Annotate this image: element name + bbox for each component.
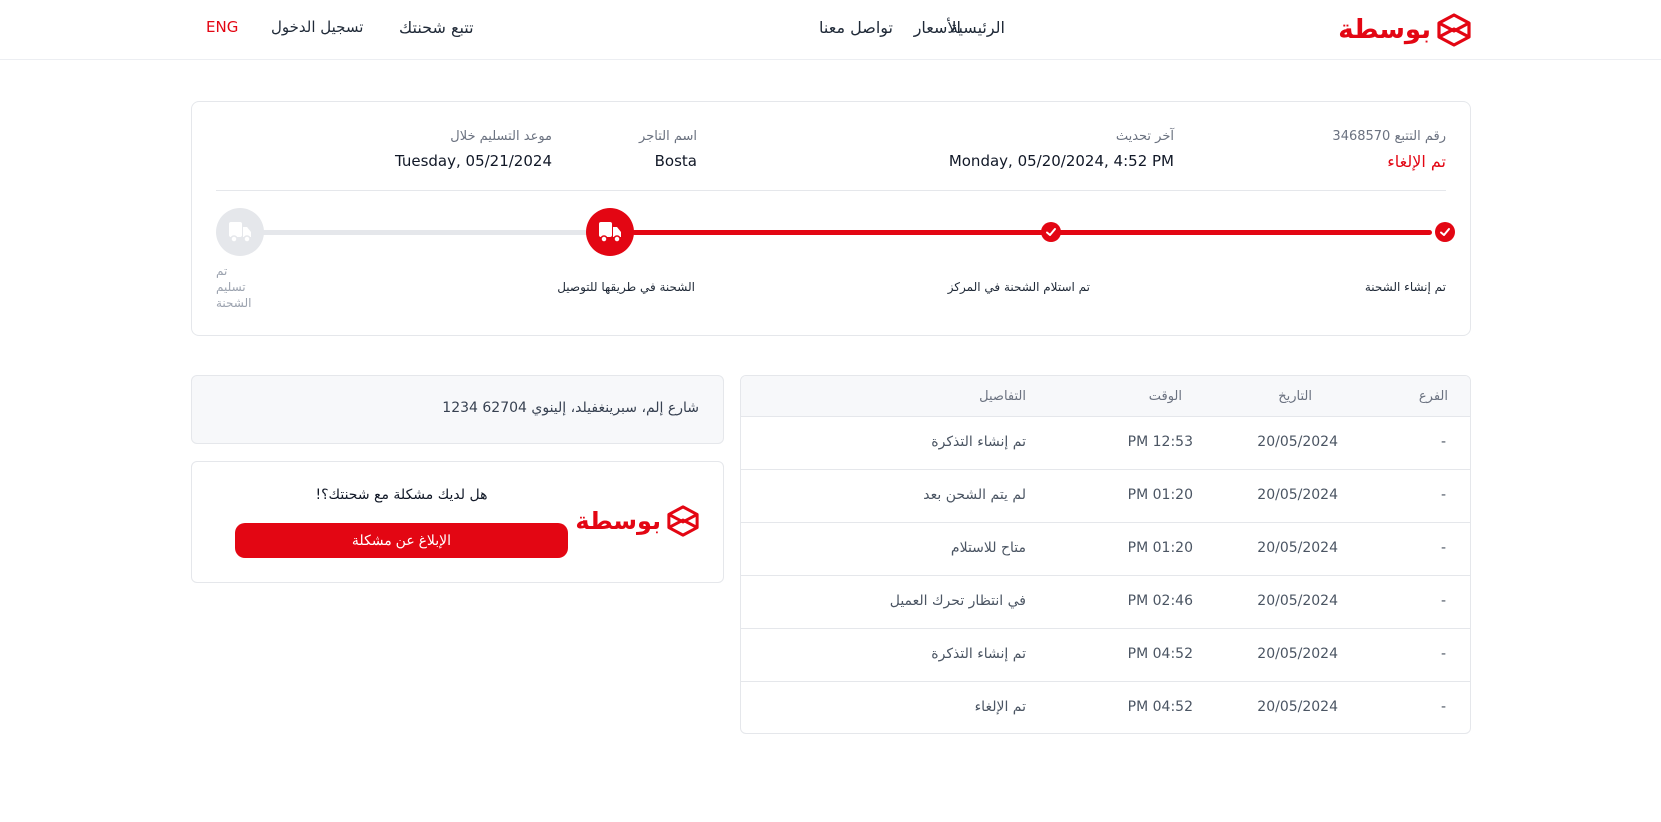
cell-time: PM 02:46	[1127, 593, 1193, 609]
delivery-address: 1234 شارع إلم، سبرينغفيلد، إلينوي 62704	[442, 400, 699, 416]
language-switch[interactable]: ENG	[206, 18, 238, 36]
table-row: - 20/05/2024 PM 04:52 تم الإلغاء	[741, 681, 1470, 733]
cell-time: PM 04:52	[1127, 699, 1193, 715]
cell-branch: -	[1440, 487, 1446, 503]
table-row: - 20/05/2024 PM 01:20 متاح للاستلام	[741, 522, 1470, 575]
cell-time: PM 01:20	[1127, 487, 1193, 503]
step-delivered-truck-icon	[216, 208, 264, 256]
cell-details: تم إنشاء التذكرة	[931, 646, 1026, 662]
table-row: - 20/05/2024 PM 01:20 لم يتم الشحن بعد	[741, 469, 1470, 522]
cell-time: PM 04:52	[1127, 646, 1193, 662]
cell-date: 20/05/2024	[1257, 487, 1338, 503]
problem-card-logo: بوسطة	[575, 505, 699, 537]
cell-branch: -	[1440, 593, 1446, 609]
report-problem-button[interactable]: الإبلاغ عن مشكلة	[235, 523, 568, 558]
cell-details: تم إنشاء التذكرة	[931, 434, 1026, 450]
nav-login[interactable]: تسجيل الدخول	[271, 18, 363, 36]
nav-track-shipment[interactable]: تتبع شحنتك	[399, 18, 474, 37]
nav-pricing[interactable]: الأسعار	[914, 18, 961, 37]
step-label-out-for-delivery: الشحنة في طريقها للتوصيل	[557, 280, 695, 294]
tracking-number-label: رقم التتبع 3468570	[1332, 129, 1446, 144]
table-row: - 20/05/2024 PM 02:46 في انتظار تحرك الع…	[741, 575, 1470, 628]
cell-date: 20/05/2024	[1257, 699, 1338, 715]
merchant-value: Bosta	[654, 152, 697, 170]
step-label-delivered-line: تم	[216, 264, 228, 278]
cell-date: 20/05/2024	[1257, 593, 1338, 609]
column-branch: الفرع	[1418, 389, 1448, 404]
top-header: بوسطة الرئيسية الأسعار تواصل معنا تتبع ش…	[0, 0, 1661, 60]
cell-time: PM 12:53	[1127, 434, 1193, 450]
cell-date: 20/05/2024	[1257, 646, 1338, 662]
nav-contact[interactable]: تواصل معنا	[819, 18, 893, 37]
logo-box-icon	[1437, 13, 1471, 47]
cell-branch: -	[1440, 434, 1446, 450]
step-out-for-delivery-truck-icon	[586, 208, 634, 256]
step-created-check-icon	[1435, 222, 1455, 242]
cell-branch: -	[1440, 540, 1446, 556]
cell-details: متاح للاستلام	[950, 540, 1026, 556]
step-label-created: تم إنشاء الشحنة	[1364, 280, 1446, 294]
cell-branch: -	[1440, 699, 1446, 715]
last-update-label: آخر تحديث	[1115, 129, 1174, 144]
column-details: التفاصيل	[979, 389, 1026, 404]
shipment-status: تم الإلغاء	[1387, 152, 1446, 171]
problem-question: !هل لديك مشكلة مع شحنتك؟	[315, 487, 488, 503]
progress-track-pending	[240, 230, 610, 235]
cell-details: تم الإلغاء	[974, 699, 1026, 715]
cell-time: PM 01:20	[1127, 540, 1193, 556]
delivery-window-label: موعد التسليم خلال	[450, 129, 552, 144]
cell-date: 20/05/2024	[1257, 540, 1338, 556]
report-problem-card: بوسطة !هل لديك مشكلة مع شحنتك؟ الإبلاغ ع…	[191, 461, 724, 583]
cell-branch: -	[1440, 646, 1446, 662]
delivery-address-box: 1234 شارع إلم، سبرينغفيلد، إلينوي 62704	[191, 375, 724, 444]
table-row: - 20/05/2024 PM 04:52 تم إنشاء التذكرة	[741, 628, 1470, 681]
step-label-delivered-line: تسليم	[216, 280, 246, 294]
step-label-received: تم استلام الشحنة في المركز	[947, 280, 1090, 294]
column-date: التاريخ	[1278, 389, 1312, 404]
step-received-check-icon	[1041, 222, 1061, 242]
merchant-label: اسم التاجر	[639, 129, 697, 144]
last-update-value: Monday, 05/20/2024, 4:52 PM	[948, 152, 1174, 170]
progress-track-complete	[632, 230, 1432, 235]
shipment-status-card: رقم التتبع 3468570 تم الإلغاء آخر تحديث …	[191, 101, 1471, 336]
cell-details: لم يتم الشحن بعد	[923, 487, 1026, 503]
delivery-window-value: Tuesday, 05/21/2024	[394, 152, 552, 170]
table-header: الفرع التاريخ الوقت التفاصيل	[741, 376, 1470, 416]
cell-details: في انتظار تحرك العميل	[889, 593, 1026, 609]
brand-logo[interactable]: بوسطة	[1338, 13, 1471, 47]
column-time: الوقت	[1148, 389, 1182, 404]
logo-text: بوسطة	[1338, 15, 1431, 45]
cell-date: 20/05/2024	[1257, 434, 1338, 450]
step-label-delivered-line: الشحنة	[216, 296, 252, 310]
table-row: - 20/05/2024 PM 12:53 تم إنشاء التذكرة	[741, 416, 1470, 469]
tracking-events-table: الفرع التاريخ الوقت التفاصيل - 20/05/202…	[740, 375, 1471, 734]
step-label-delivered: تم تسليم الشحنة	[216, 263, 256, 311]
logo-text: بوسطة	[575, 507, 661, 535]
logo-box-icon	[667, 505, 699, 537]
divider	[216, 190, 1446, 191]
